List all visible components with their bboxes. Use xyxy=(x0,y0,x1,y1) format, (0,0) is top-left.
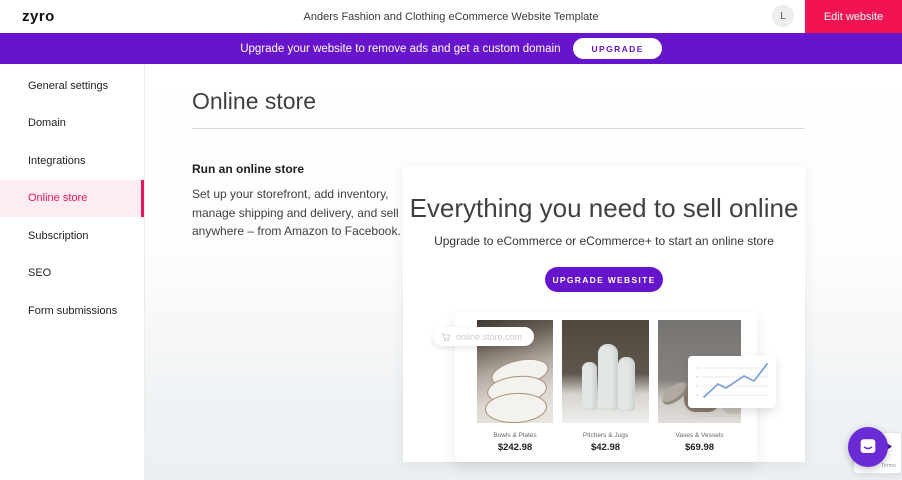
upgrade-website-button[interactable]: UPGRADE WEBSITE xyxy=(545,267,663,292)
product-price: $242.98 xyxy=(477,442,553,453)
sidebar-item-form-submissions[interactable]: Form submissions xyxy=(0,292,144,330)
product-card: Pitchers & Jugs $42.98 xyxy=(562,320,649,453)
sales-chart-icon xyxy=(688,356,776,408)
topbar: zyro Anders Fashion and Clothing eCommer… xyxy=(0,0,902,33)
upsell-subheading: Upgrade to eCommerce or eCommerce+ to st… xyxy=(403,234,805,248)
upsell-card: Everything you need to sell online Upgra… xyxy=(403,166,805,462)
sidebar-item-seo[interactable]: SEO xyxy=(0,255,144,293)
sales-chart-card xyxy=(688,356,776,408)
upgrade-banner-text: Upgrade your website to remove ads and g… xyxy=(240,43,560,55)
upsell-heading: Everything you need to sell online xyxy=(403,193,805,224)
intro-section: Run an online store Set up your storefro… xyxy=(192,162,410,241)
product-name: Vases & Vessels xyxy=(658,432,741,439)
title-divider xyxy=(192,128,805,129)
chat-launcher-button[interactable] xyxy=(848,427,888,467)
sidebar-item-integrations[interactable]: Integrations xyxy=(0,142,144,180)
sidebar-item-domain[interactable]: Domain xyxy=(0,105,144,143)
sidebar-item-online-store[interactable]: Online store xyxy=(0,180,144,218)
sidebar-item-general-settings[interactable]: General settings xyxy=(0,67,144,105)
site-title: Anders Fashion and Clothing eCommerce We… xyxy=(0,11,902,23)
recaptcha-terms-text: Terms xyxy=(881,463,896,469)
main-content: Online store Run an online store Set up … xyxy=(145,64,902,480)
app-window: zyro Anders Fashion and Clothing eCommer… xyxy=(0,0,902,480)
page-title: Online store xyxy=(192,88,316,115)
product-photo-jugs xyxy=(562,320,649,423)
product-price: $69.98 xyxy=(658,442,741,453)
edit-website-button[interactable]: Edit website xyxy=(805,0,902,33)
product-name: Bowls & Plates xyxy=(477,432,553,439)
sidebar-item-subscription[interactable]: Subscription xyxy=(0,217,144,255)
product-name: Pitchers & Jugs xyxy=(562,432,649,439)
store-url-pill: online.store.com xyxy=(433,327,534,346)
intro-description: Set up your storefront, add inventory, m… xyxy=(192,185,410,241)
chat-icon xyxy=(857,436,879,458)
product-price: $42.98 xyxy=(562,442,649,453)
avatar[interactable]: L xyxy=(772,5,794,27)
intro-title: Run an online store xyxy=(192,162,410,176)
upgrade-banner: Upgrade your website to remove ads and g… xyxy=(0,33,902,64)
store-url-text: online.store.com xyxy=(456,332,522,342)
cart-icon xyxy=(441,332,451,342)
settings-sidebar: General settings Domain Integrations Onl… xyxy=(0,64,145,480)
upgrade-banner-button[interactable]: UPGRADE xyxy=(573,38,661,59)
